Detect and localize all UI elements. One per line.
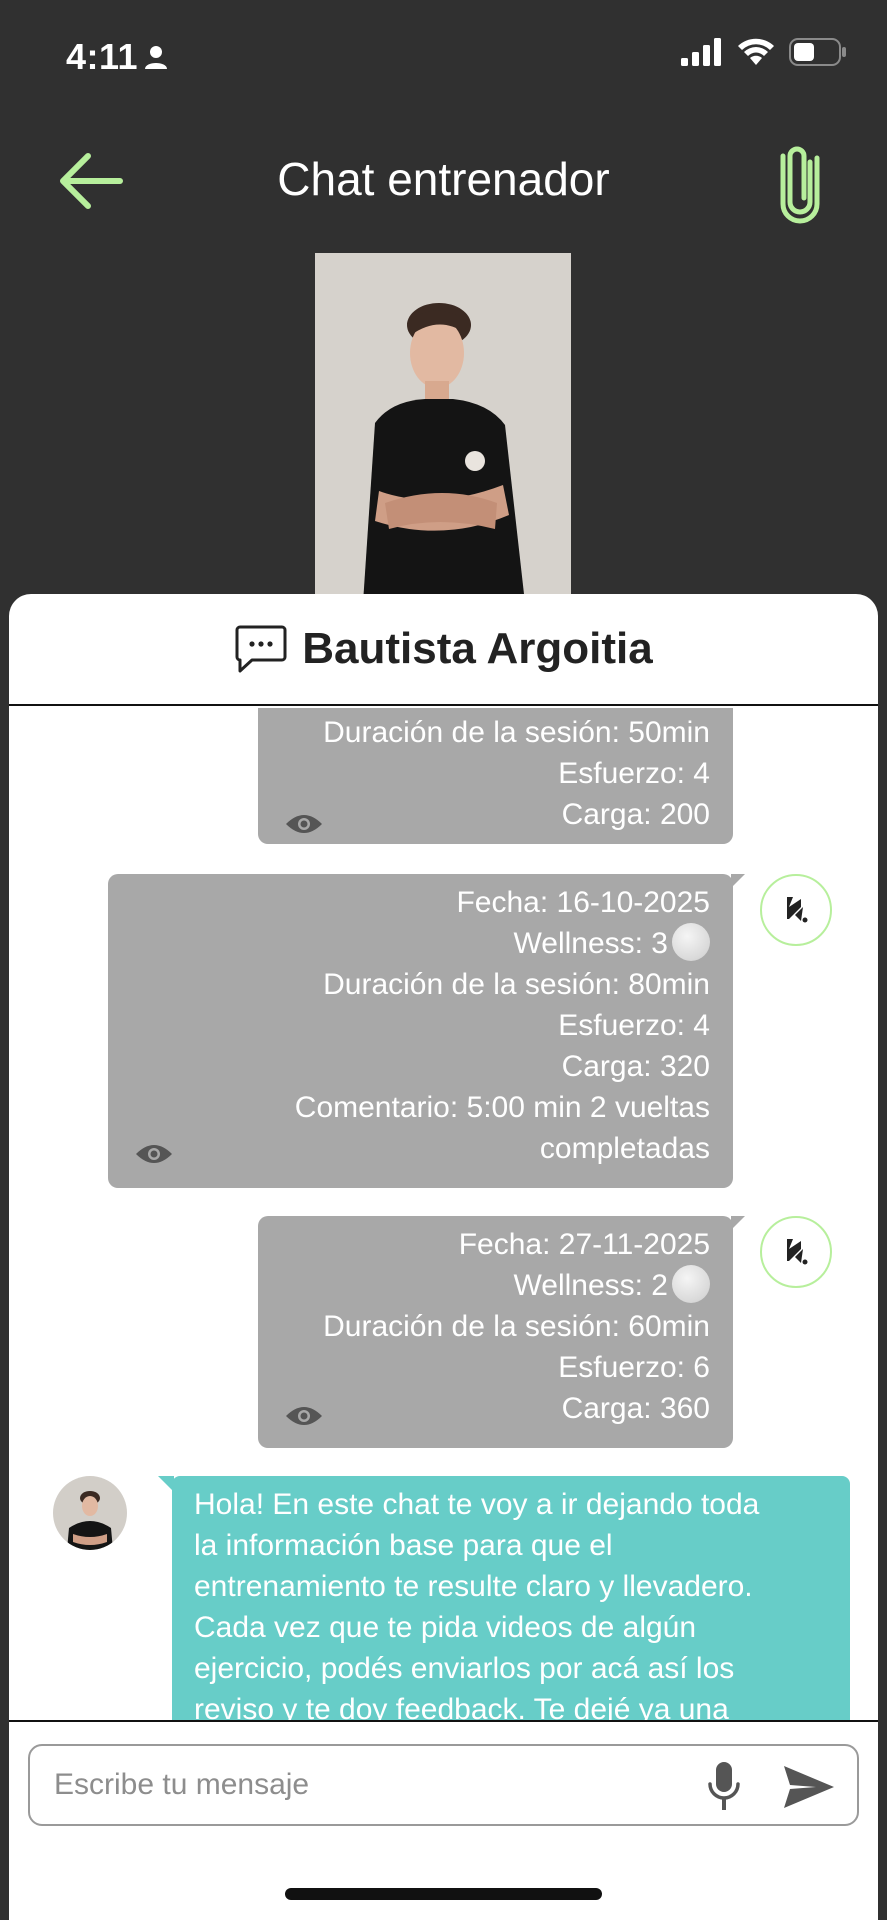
contact-name: Bautista Argoitia [302, 624, 653, 673]
session-load: Carga: 320 [561, 1050, 710, 1083]
wellness-dot [672, 923, 710, 961]
wellness-dot [672, 1265, 710, 1303]
paperclip-icon[interactable] [777, 140, 823, 224]
wellness-label: Wellness: 2 [513, 1269, 668, 1302]
message-input[interactable] [54, 1760, 694, 1810]
session-effort: Esfuerzo: 6 [558, 1351, 710, 1384]
app-logo-avatar [760, 1216, 832, 1288]
message-input-box [28, 1744, 859, 1826]
send-icon[interactable] [782, 1764, 836, 1810]
coach-avatar-image [67, 1491, 113, 1550]
chat-header: Bautista Argoitia [9, 594, 878, 706]
bubble-tail [158, 1476, 174, 1492]
status-indicators [681, 38, 847, 66]
session-load: Carga: 360 [561, 1392, 710, 1425]
session-duration: Duración de la sesión: 60min [323, 1310, 710, 1343]
coach-message-line: entrenamiento te resulte claro y llevade… [194, 1570, 753, 1603]
session-comment-cont: completadas [539, 1132, 710, 1165]
wifi-icon [738, 38, 774, 65]
page-title: Chat entrenador [277, 153, 610, 205]
bubble-tail [731, 1216, 745, 1230]
app-header: Chat entrenador [0, 112, 887, 248]
brand-logo-icon [787, 897, 808, 923]
signal-icon [681, 38, 721, 66]
session-effort: Esfuerzo: 4 [558, 757, 710, 790]
session-duration: Duración de la sesión: 50min [323, 716, 710, 749]
battery-icon [789, 38, 846, 66]
session-wellness: Wellness: 3 [130, 923, 710, 964]
brand-logo-icon [787, 1239, 808, 1265]
coach-photo [315, 253, 571, 603]
session-log-bubble[interactable]: Duración de la sesión: 50min Esfuerzo: 4… [258, 708, 733, 844]
microphone-icon[interactable] [706, 1760, 742, 1812]
coach-message-line: ejercicio, podés enviarlos por acá así l… [194, 1652, 735, 1685]
session-duration: Duración de la sesión: 80min [323, 968, 710, 1001]
home-indicator [285, 1888, 602, 1900]
chat-bubble-icon [235, 625, 287, 673]
session-wellness: Wellness: 2 [280, 1265, 710, 1306]
session-log-bubble[interactable]: Fecha: 27-11-2025 Wellness: 2 Duración d… [258, 1216, 745, 1448]
coach-message-line: la información base para que el [194, 1529, 613, 1562]
coach-avatar [53, 1476, 127, 1550]
coach-portrait [315, 253, 571, 603]
session-effort: Esfuerzo: 4 [558, 1009, 710, 1042]
eye-icon[interactable] [284, 1404, 324, 1428]
eye-icon[interactable] [134, 1142, 174, 1166]
messages-list: Duración de la sesión: 50min Esfuerzo: 4… [0, 708, 887, 1720]
session-log-bubble[interactable]: Fecha: 16-10-2025 Wellness: 3 Duración d… [108, 874, 745, 1188]
session-load: Carga: 200 [561, 798, 710, 831]
coach-message-line: reviso y te doy feedback. Te dejé ya una [194, 1693, 729, 1720]
coach-message-line: Hola! En este chat te voy a ir dejando t… [194, 1488, 760, 1521]
coach-message-line: Cada vez que te pida videos de algún [194, 1611, 697, 1644]
session-comment: Comentario: 5:00 min 2 vueltas [294, 1091, 710, 1124]
status-time: 4:11 [66, 36, 139, 77]
app-logo-avatar [760, 874, 832, 946]
session-date: Fecha: 16-10-2025 [456, 886, 710, 919]
session-date: Fecha: 27-11-2025 [458, 1228, 710, 1261]
person-icon [145, 46, 167, 69]
wellness-label: Wellness: 3 [513, 927, 668, 960]
eye-icon[interactable] [284, 812, 324, 836]
coach-message-bubble[interactable]: Hola! En este chat te voy a ir dejando t… [158, 1476, 850, 1720]
status-bar: 4:11 [0, 0, 887, 112]
bubble-tail [731, 874, 745, 888]
